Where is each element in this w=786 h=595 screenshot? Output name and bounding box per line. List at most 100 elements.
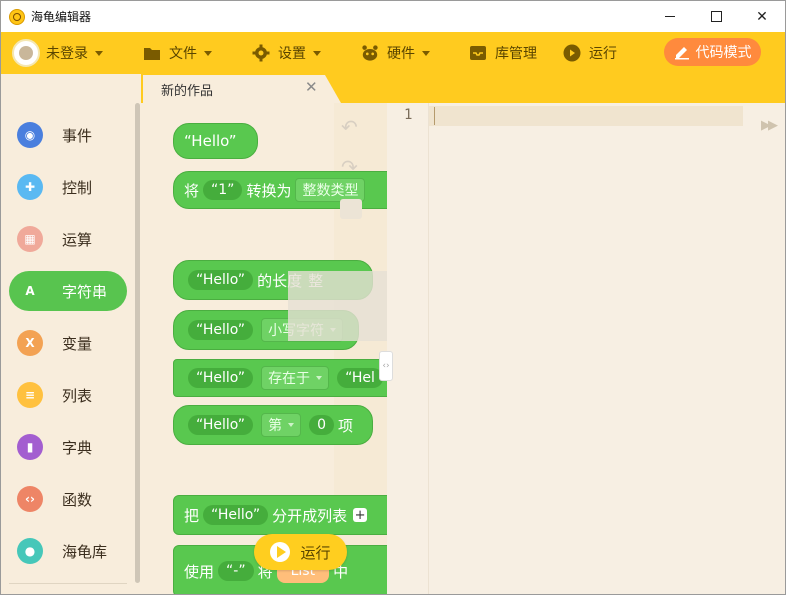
letter-a-icon: A: [25, 284, 35, 298]
undo-icon[interactable]: ↶: [341, 115, 358, 139]
panel-splitter-handle[interactable]: ‹›: [379, 351, 393, 381]
value-pill[interactable]: “Hello”: [188, 320, 254, 340]
file-menu[interactable]: 文件: [143, 32, 212, 74]
value-pill[interactable]: “1”: [203, 180, 243, 200]
gear-icon: [252, 44, 270, 62]
trash-icon[interactable]: [340, 199, 362, 219]
split-string-block[interactable]: 把 “Hello” 分开成列表 +: [173, 495, 387, 535]
block-text: 将: [184, 181, 200, 200]
value-pill[interactable]: “Hel: [337, 368, 383, 388]
list-icon: ≡: [17, 382, 43, 408]
settings-menu-label: 设置: [278, 46, 306, 62]
block-text: 把: [184, 506, 200, 525]
value-pill[interactable]: “Hello”: [188, 415, 254, 435]
library-manager-button[interactable]: 库管理: [469, 32, 537, 74]
inbox-icon: [469, 44, 487, 62]
sidebar-item-label: 字符串: [62, 282, 108, 301]
book-icon: ▮: [17, 434, 43, 460]
line-number: 1: [404, 107, 413, 123]
text-cursor: [434, 107, 435, 125]
editor-gutter: [387, 103, 429, 594]
folder-icon: [143, 44, 161, 62]
sidebar-scrollbar[interactable]: [135, 103, 140, 583]
code-editor[interactable]: [387, 103, 785, 594]
block-text: 项: [337, 416, 353, 435]
dropdown-value: 第: [268, 418, 283, 434]
string-contains-block[interactable]: “Hello” 存在于 “Hel: [173, 359, 387, 397]
variable-x-icon: X: [17, 330, 43, 356]
code-icon: ‹›: [17, 486, 43, 512]
tab-close-icon[interactable]: ✕: [305, 78, 318, 96]
sidebar-item[interactable]: ◉ 事件: [9, 115, 127, 155]
main-toolbar: 未登录 文件 设置 硬件 库管理 运行 代码模式: [1, 32, 785, 74]
sidebar-item[interactable]: A 字符串: [9, 271, 127, 311]
sidebar-divider: [9, 583, 127, 584]
contains-dropdown[interactable]: 存在于: [261, 366, 330, 390]
code-mode-label: 代码模式: [695, 45, 752, 61]
sidebar-item[interactable]: ● 海龟库: [9, 531, 127, 571]
block-text: 分开成列表: [272, 506, 348, 525]
drag-preview: [288, 271, 398, 341]
sidebar-item-label: 函数: [62, 490, 93, 509]
login-label: 未登录: [46, 46, 88, 62]
play-circle-icon: [563, 44, 581, 62]
chevron-down-icon: [422, 50, 430, 56]
file-menu-label: 文件: [169, 46, 197, 62]
run-menu-label: 运行: [589, 46, 617, 62]
value-pill[interactable]: “-”: [218, 561, 254, 581]
calculator-icon: ▦: [17, 226, 43, 252]
sidebar-item[interactable]: ▦ 运算: [9, 219, 127, 259]
dropdown-value: 存在于: [268, 371, 311, 387]
value-pill[interactable]: “Hello”: [188, 270, 254, 290]
pencil-icon: [674, 47, 689, 60]
sidebar-item-label: 字典: [62, 438, 93, 457]
string-literal-block[interactable]: “Hello”: [173, 123, 258, 159]
toggle-icon: ◉: [17, 122, 43, 148]
maximize-button[interactable]: [693, 1, 739, 32]
hardware-menu[interactable]: 硬件: [361, 32, 430, 74]
sidebar-item[interactable]: X 变量: [9, 323, 127, 363]
sidebar-item-label: 海龟库: [62, 542, 108, 561]
run-menu-button[interactable]: 运行: [563, 32, 617, 74]
tab-label: 新的作品: [161, 84, 214, 99]
sidebar-item[interactable]: ≡ 列表: [9, 375, 127, 415]
block-text: 转换为: [246, 181, 292, 200]
block-text: “Hello”: [184, 132, 237, 150]
robot-icon: [361, 44, 379, 62]
sidebar-item[interactable]: ‹› 函数: [9, 479, 127, 519]
sidebar-item-label: 运算: [62, 230, 93, 249]
sidebar-item-label: 控制: [62, 178, 93, 197]
number-pill[interactable]: 0: [309, 415, 334, 435]
sidebar-item-label: 变量: [62, 334, 93, 353]
index-dropdown[interactable]: 第: [261, 413, 302, 437]
run-button-label: 运行: [300, 543, 331, 562]
run-button[interactable]: 运行: [254, 534, 347, 570]
value-pill[interactable]: “Hello”: [203, 505, 269, 525]
library-manager-label: 库管理: [495, 46, 537, 62]
window-title: 海龟编辑器: [31, 10, 92, 24]
chevron-down-icon: [95, 50, 103, 56]
plus-icon[interactable]: +: [353, 508, 368, 523]
sidebar-item-label: 事件: [62, 126, 93, 145]
chevron-down-icon: [204, 50, 212, 56]
title-bar: 海龟编辑器 ✕: [1, 1, 785, 32]
redo-icon[interactable]: ↷: [341, 155, 358, 179]
turtle-icon: ●: [17, 538, 43, 564]
chevron-down-icon: [313, 50, 321, 56]
sidebar-item[interactable]: ✚ 控制: [9, 167, 127, 207]
double-chevron-right-icon[interactable]: ▶▶: [761, 118, 778, 133]
minimize-button[interactable]: [647, 1, 693, 32]
string-index-block[interactable]: “Hello” 第 0 项: [173, 405, 373, 445]
app-logo-icon: [9, 8, 25, 25]
login-menu[interactable]: 未登录: [12, 32, 103, 74]
close-button[interactable]: ✕: [739, 1, 785, 32]
avatar: [12, 39, 40, 67]
value-pill[interactable]: “Hello”: [188, 368, 254, 388]
block-text: 使用: [184, 562, 215, 581]
sidebar-item-label: 列表: [62, 386, 93, 405]
code-mode-button[interactable]: 代码模式: [664, 38, 761, 66]
app-window: 海龟编辑器 ✕ 未登录 文件 设置 硬件 库管理 运行 代码模式 ◉ 事件 ✚ …: [0, 0, 786, 595]
settings-menu[interactable]: 设置: [252, 32, 321, 74]
dropdown-value: 整数类型: [302, 183, 359, 199]
sidebar-item[interactable]: ▮ 字典: [9, 427, 127, 467]
